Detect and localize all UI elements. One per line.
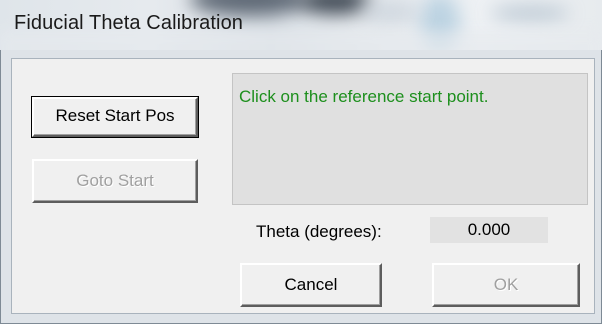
instruction-message-text: Click on the reference start point.	[239, 87, 489, 106]
ok-button[interactable]: OK	[432, 263, 580, 307]
title-bar-glass-blur	[490, 6, 570, 20]
title-bar[interactable]: Fiducial Theta Calibration	[0, 0, 602, 52]
cancel-button[interactable]: Cancel	[240, 263, 382, 307]
dialog-window: Reset Start Pos Goto Start Click on the …	[0, 50, 602, 324]
window-title: Fiducial Theta Calibration	[14, 12, 244, 34]
dialog-client-area: Reset Start Pos Goto Start Click on the …	[11, 58, 595, 314]
theta-value-field: 0.000	[430, 217, 548, 243]
ok-label: OK	[493, 275, 519, 294]
theta-label: Theta (degrees):	[256, 222, 382, 241]
goto-start-button[interactable]: Goto Start	[32, 159, 198, 203]
title-bar-glass-blur	[360, 2, 420, 22]
cancel-label: Cancel	[284, 275, 338, 294]
goto-start-label: Goto Start	[76, 171, 154, 190]
instruction-message-panel: Click on the reference start point.	[232, 73, 588, 205]
theta-value-text: 0.000	[467, 220, 511, 239]
reset-start-pos-label: Reset Start Pos	[55, 106, 175, 125]
reset-start-pos-button[interactable]: Reset Start Pos	[31, 96, 199, 138]
